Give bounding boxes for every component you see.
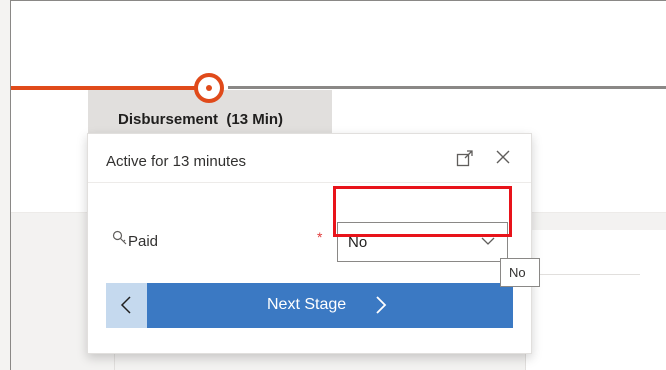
form-card — [525, 230, 666, 370]
close-icon[interactable] — [494, 148, 512, 166]
active-stage-marker-icon[interactable] — [194, 73, 224, 103]
next-stage-button[interactable]: Next Stage — [147, 283, 513, 328]
field-label-paid: Paid — [128, 233, 159, 250]
key-icon — [112, 230, 127, 245]
stage-name: Disbursement — [118, 111, 219, 128]
chevron-left-icon — [120, 296, 131, 314]
chevron-right-icon — [376, 296, 387, 314]
tooltip-text: No — [509, 265, 526, 280]
required-marker: * — [317, 229, 323, 245]
expand-icon[interactable] — [456, 149, 474, 167]
flyout-title: Active for 13 minutes — [106, 153, 247, 170]
stage-flyout: Active for 13 minutes Paid * No Next Sta… — [87, 133, 532, 354]
tooltip: No — [500, 258, 540, 287]
stage-navigation: Next Stage — [106, 283, 513, 328]
chevron-down-icon — [481, 237, 495, 245]
highlight-box — [333, 186, 512, 237]
stage-duration: (13 Min) — [226, 111, 284, 128]
stage-label[interactable]: Disbursement (13 Min) — [118, 111, 283, 128]
next-stage-label: Next Stage — [267, 296, 347, 313]
pending-stage-line — [228, 86, 666, 89]
previous-stage-button[interactable] — [106, 283, 147, 328]
flyout-header: Active for 13 minutes — [88, 134, 531, 183]
divider — [540, 274, 640, 275]
